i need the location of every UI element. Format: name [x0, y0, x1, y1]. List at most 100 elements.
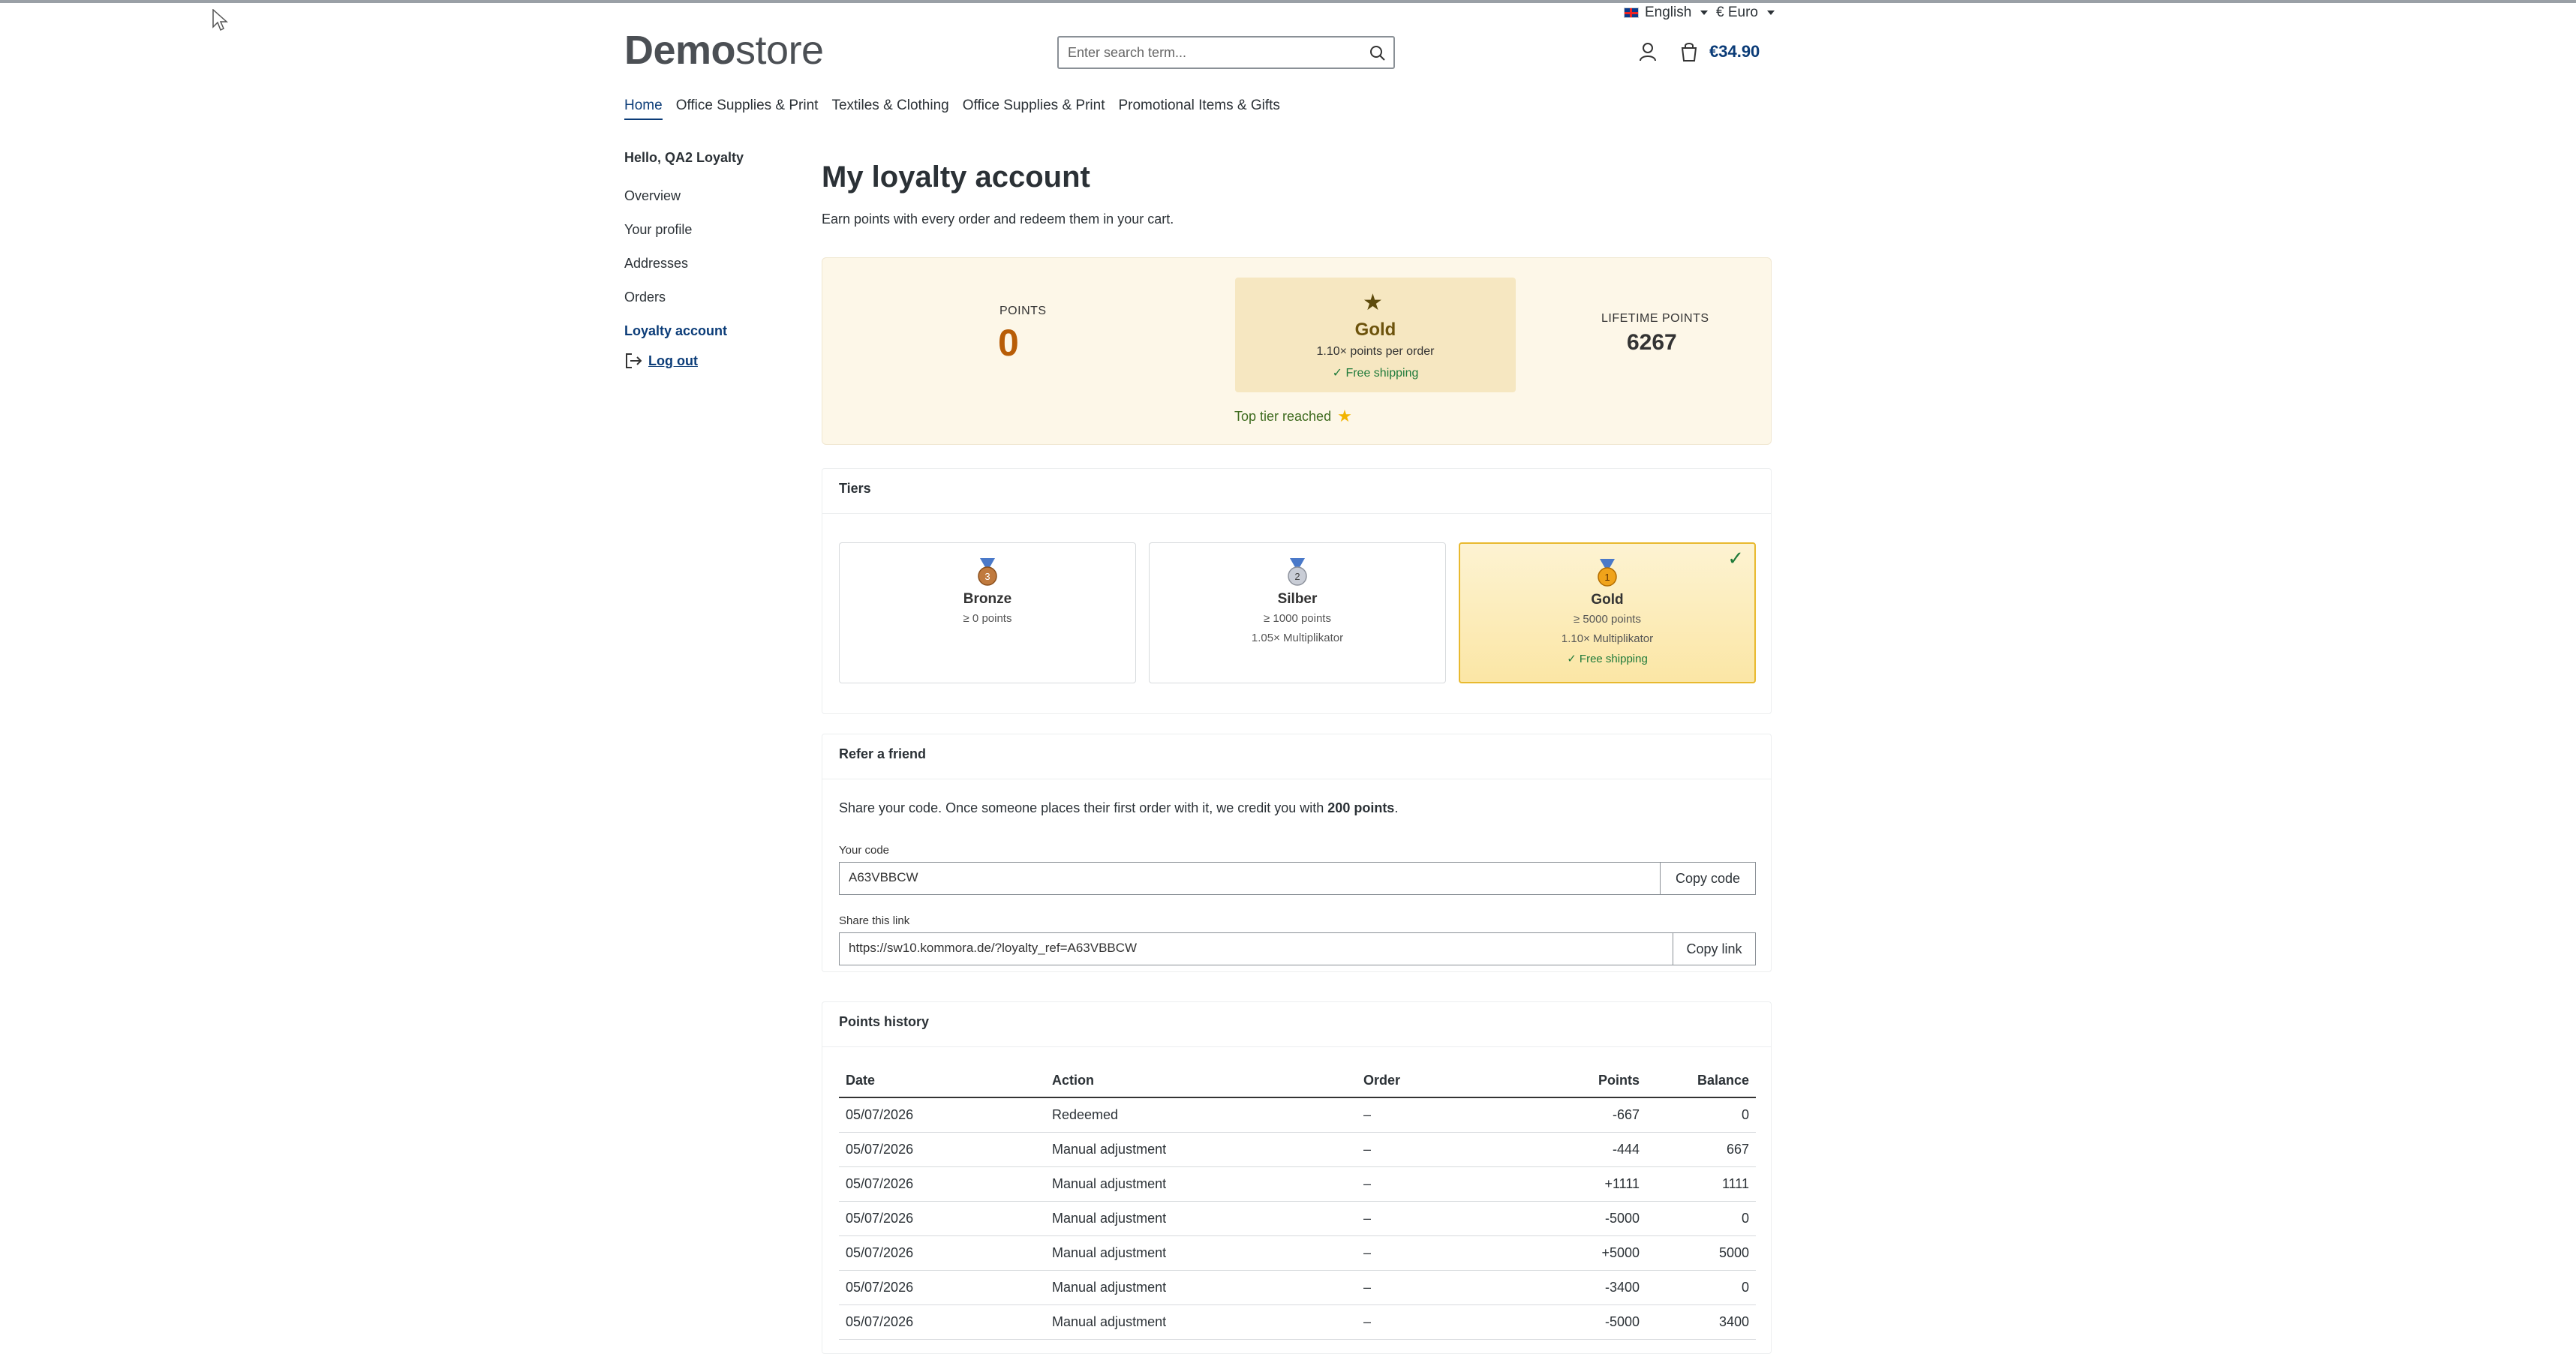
- logout-icon: [626, 353, 642, 368]
- sidebar-item-overview[interactable]: Overview: [624, 188, 789, 222]
- copy-link-button[interactable]: Copy link: [1673, 932, 1756, 965]
- referral-code-field[interactable]: A63VBBCW: [839, 862, 1663, 895]
- column-action: Action: [1045, 1064, 1357, 1098]
- table-row: 05/07/2026 Manual adjustment – +1111 111…: [839, 1166, 1756, 1202]
- cell-action: Manual adjustment: [1045, 1132, 1357, 1167]
- account-icon[interactable]: [1639, 42, 1657, 62]
- cell-balance: 1111: [1646, 1166, 1756, 1202]
- cart-total[interactable]: €34.90: [1709, 42, 1760, 62]
- tier-card-gold: ✓ 1 Gold ≥ 5000 points 1.10× Multiplikat…: [1459, 542, 1756, 683]
- search-form: [1057, 36, 1395, 69]
- sidebar-item-addresses[interactable]: Addresses: [624, 256, 789, 290]
- cell-balance: 667: [1646, 1132, 1756, 1167]
- store-logo[interactable]: Demostore: [624, 27, 824, 74]
- refer-text-end: .: [1394, 800, 1399, 815]
- tier-name: Bronze: [963, 591, 1012, 607]
- sidebar-item-loyalty[interactable]: Loyalty account: [624, 323, 789, 352]
- bronze-medal-icon: 3: [978, 558, 997, 586]
- account-sidebar: Hello, QA2 Loyalty Overview Your profile…: [624, 150, 789, 370]
- table-row: 05/07/2026 Manual adjustment – +5000 500…: [839, 1235, 1756, 1271]
- tiers-card: Tiers 3 Bronze ≥ 0 points 2 Silber ≥ 100…: [822, 468, 1772, 714]
- logout-link[interactable]: Log out: [624, 352, 789, 370]
- star-icon: ★: [1363, 290, 1383, 315]
- table-row: 05/07/2026 Redeemed – -667 0: [839, 1097, 1756, 1133]
- cell-balance: 0: [1646, 1097, 1756, 1133]
- code-label: Your code: [839, 844, 890, 857]
- cell-order: –: [1357, 1166, 1483, 1202]
- chevron-down-icon: [1700, 11, 1709, 15]
- cell-date: 05/07/2026: [839, 1097, 1045, 1133]
- cell-action: Manual adjustment: [1045, 1270, 1357, 1305]
- silver-medal-icon: 2: [1288, 558, 1307, 586]
- cell-points: -3400: [1483, 1270, 1646, 1305]
- cell-date: 05/07/2026: [839, 1166, 1045, 1202]
- copy-code-button[interactable]: Copy code: [1660, 862, 1756, 895]
- points-label: POINTS: [999, 305, 1047, 317]
- referral-link-field[interactable]: https://sw10.kommora.de/?loyalty_ref=A63…: [839, 932, 1675, 965]
- cell-date: 05/07/2026: [839, 1304, 1045, 1340]
- points-history-card: Points history Date Action Order Points …: [822, 1001, 1772, 1354]
- mouse-cursor-icon: [212, 9, 228, 32]
- column-date: Date: [839, 1064, 1045, 1098]
- cell-order: –: [1357, 1201, 1483, 1236]
- tier-shipping: ✓ Free shipping: [1567, 653, 1648, 665]
- table-row: 05/07/2026 Manual adjustment – -5000 340…: [839, 1304, 1756, 1340]
- nav-item-promotional[interactable]: Promotional Items & Gifts: [1118, 98, 1279, 120]
- refer-heading: Refer a friend: [822, 734, 1771, 779]
- column-balance: Balance: [1646, 1064, 1756, 1098]
- tiers-heading: Tiers: [822, 469, 1771, 514]
- nav-item-office-supplies[interactable]: Office Supplies & Print: [676, 98, 819, 120]
- cell-order: –: [1357, 1270, 1483, 1305]
- cell-points: +1111: [1483, 1166, 1646, 1202]
- search-input[interactable]: [1059, 38, 1362, 68]
- current-tier-shipping: ✓ Free shipping: [1332, 367, 1419, 380]
- language-label: English: [1645, 5, 1692, 20]
- page-subtitle: Earn points with every order and redeem …: [822, 212, 1174, 227]
- nav-item-textiles[interactable]: Textiles & Clothing: [831, 98, 948, 120]
- currency-selector[interactable]: € Euro: [1716, 5, 1775, 21]
- current-tier-name: Gold: [1354, 320, 1396, 340]
- cell-order: –: [1357, 1097, 1483, 1133]
- table-header-row: Date Action Order Points Balance: [839, 1064, 1756, 1098]
- top-tier-status: Top tier reached ★: [1234, 407, 1352, 426]
- svg-text:2: 2: [1294, 571, 1300, 582]
- refer-a-friend-card: Refer a friend Share your code. Once som…: [822, 734, 1772, 972]
- tier-card-bronze: 3 Bronze ≥ 0 points: [839, 542, 1136, 683]
- lifetime-points-value: 6267: [1627, 330, 1677, 355]
- tier-card-silver: 2 Silber ≥ 1000 points 1.05× Multiplikat…: [1149, 542, 1446, 683]
- tier-name: Gold: [1591, 592, 1624, 608]
- logout-label: Log out: [648, 353, 698, 368]
- star-emoji-icon: ★: [1337, 407, 1352, 425]
- tier-minimum: ≥ 0 points: [963, 612, 1012, 625]
- sidebar-item-profile[interactable]: Your profile: [624, 222, 789, 256]
- table-row: 05/07/2026 Manual adjustment – -444 667: [839, 1132, 1756, 1167]
- language-selector[interactable]: English: [1624, 5, 1709, 21]
- svg-text:1: 1: [1604, 572, 1610, 583]
- sidebar-item-orders[interactable]: Orders: [624, 290, 789, 323]
- tier-multiplier: 1.05× Multiplikator: [1251, 632, 1344, 644]
- cell-date: 05/07/2026: [839, 1235, 1045, 1271]
- greeting: Hello, QA2 Loyalty: [624, 150, 744, 165]
- search-icon[interactable]: [1368, 44, 1387, 63]
- refer-text-part: Share your code. Once someone places the…: [839, 800, 1328, 815]
- nav-item-office-supplies-2[interactable]: Office Supplies & Print: [963, 98, 1105, 120]
- chevron-down-icon: [1766, 11, 1775, 15]
- points-value: 0: [998, 322, 1019, 364]
- nav-item-home[interactable]: Home: [624, 98, 663, 120]
- history-heading: Points history: [822, 1002, 1771, 1047]
- tier-multiplier: 1.10× Multiplikator: [1561, 632, 1654, 645]
- cart-icon[interactable]: [1679, 41, 1700, 62]
- link-label: Share this link: [839, 914, 910, 927]
- cell-order: –: [1357, 1132, 1483, 1167]
- uk-flag-icon: [1624, 8, 1639, 18]
- cell-points: -5000: [1483, 1304, 1646, 1340]
- checkmark-icon: ✓: [1727, 547, 1744, 569]
- table-row: 05/07/2026 Manual adjustment – -5000 0: [839, 1201, 1756, 1236]
- cell-date: 05/07/2026: [839, 1132, 1045, 1167]
- cell-balance: 0: [1646, 1201, 1756, 1236]
- cell-points: -667: [1483, 1097, 1646, 1133]
- column-points: Points: [1483, 1064, 1646, 1098]
- current-tier-box: ★ Gold 1.10× points per order ✓ Free shi…: [1235, 278, 1516, 392]
- tier-minimum: ≥ 1000 points: [1264, 612, 1331, 625]
- main-navigation: Home Office Supplies & Print Textiles & …: [624, 98, 1280, 120]
